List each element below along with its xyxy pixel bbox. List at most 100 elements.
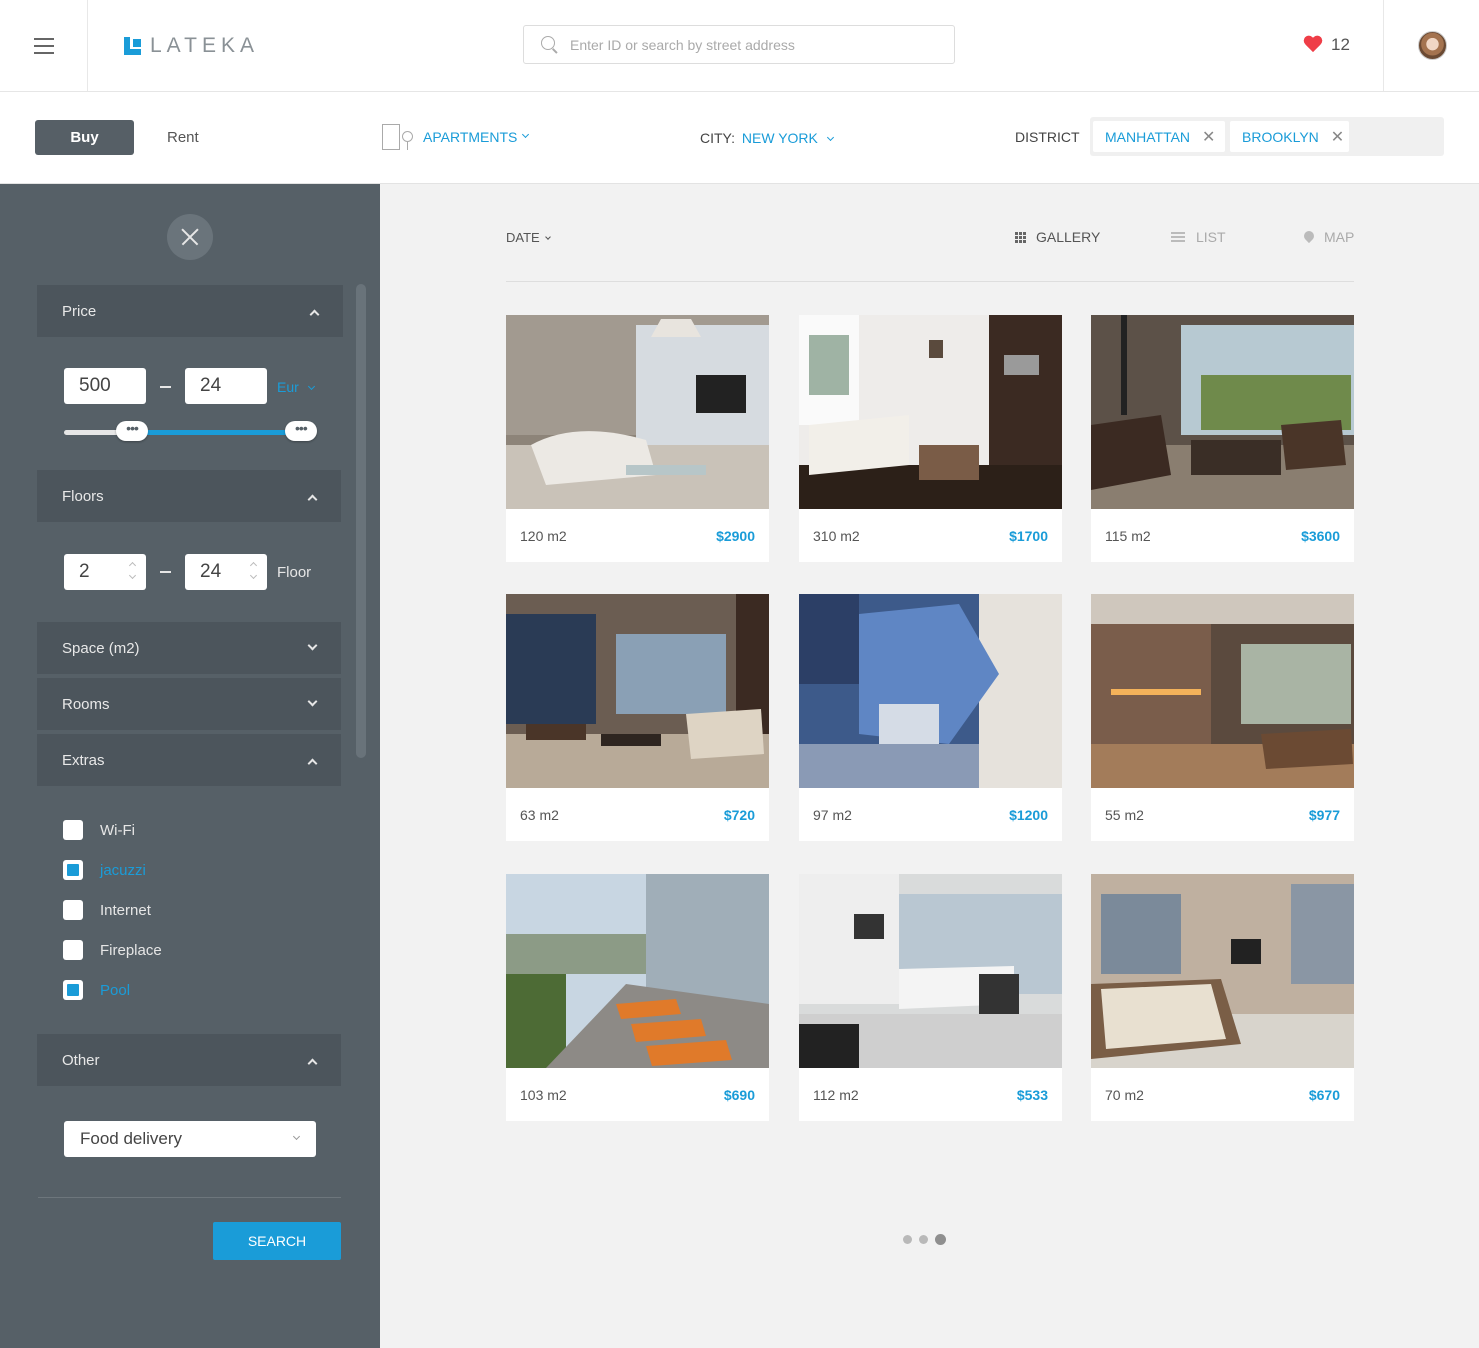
city-value: NEW YORK <box>741 130 818 146</box>
listing-photo <box>1091 315 1354 509</box>
district-label: DISTRICT <box>1015 129 1080 145</box>
listing-price: $1200 <box>1009 807 1048 823</box>
checkbox-label: jacuzzi <box>100 861 146 879</box>
grid-icon <box>1015 231 1026 243</box>
chevron-down-icon <box>307 640 318 651</box>
listing-card[interactable]: 63 m2 $720 <box>506 594 769 841</box>
section-price[interactable]: Price <box>37 285 343 337</box>
chevron-down-icon <box>308 382 316 391</box>
search-box <box>523 25 955 64</box>
other-select[interactable]: Food delivery <box>64 1121 316 1157</box>
search-button[interactable]: SEARCH <box>213 1222 341 1260</box>
search-input[interactable] <box>570 26 940 63</box>
listing-card[interactable]: 70 m2 $670 <box>1091 874 1354 1121</box>
section-other[interactable]: Other <box>37 1034 341 1086</box>
stepper-icon[interactable] <box>128 560 138 584</box>
sidebar-scrollbar[interactable] <box>356 284 366 758</box>
currency-dropdown[interactable]: Eur <box>277 379 316 397</box>
listing-area: 55 m2 <box>1105 807 1144 823</box>
page-dot[interactable] <box>919 1235 928 1244</box>
chevron-down-icon <box>522 130 530 138</box>
listing-price: $720 <box>723 807 755 823</box>
menu-icon[interactable] <box>0 0 88 91</box>
listing-price: $3600 <box>1301 528 1340 544</box>
sort-dropdown[interactable]: DATE <box>506 230 551 245</box>
listing-card[interactable]: 55 m2 $977 <box>1091 594 1354 841</box>
listing-area: 103 m2 <box>520 1087 567 1103</box>
listing-area: 115 m2 <box>1105 528 1151 544</box>
chevron-up-icon <box>309 309 320 320</box>
section-label: Price <box>62 303 97 320</box>
price-slider-max-handle[interactable]: ••• <box>284 421 317 441</box>
listing-area: 63 m2 <box>520 807 559 823</box>
logo[interactable]: LATEKA <box>124 34 259 57</box>
section-extras[interactable]: Extras <box>37 734 341 786</box>
section-space[interactable]: Space (m2) <box>37 622 341 674</box>
city-dropdown[interactable]: CITY: NEW YORK <box>700 130 834 146</box>
building-icon <box>380 122 416 152</box>
price-slider-min-handle[interactable]: ••• <box>116 421 149 441</box>
section-label: Space (m2) <box>62 640 140 657</box>
listing-area: 70 m2 <box>1105 1087 1144 1103</box>
price-max-field[interactable] <box>185 368 267 404</box>
extra-wifi-checkbox[interactable]: Wi-Fi <box>63 820 135 840</box>
section-label: Other <box>62 1052 100 1069</box>
listing-price: $670 <box>1308 1087 1340 1103</box>
buy-button[interactable]: Buy <box>35 120 134 155</box>
checkbox[interactable] <box>63 820 83 840</box>
page-dot[interactable] <box>903 1235 912 1244</box>
price-min-input[interactable] <box>79 375 129 397</box>
section-label: Rooms <box>62 696 110 713</box>
tab-label: LIST <box>1196 229 1226 245</box>
floor-min-input[interactable] <box>79 561 129 583</box>
tab-label: GALLERY <box>1036 229 1101 245</box>
section-rooms[interactable]: Rooms <box>37 678 341 730</box>
listing-card[interactable]: 103 m2 $690 <box>506 874 769 1121</box>
user-area <box>1383 0 1479 91</box>
listing-card[interactable]: 120 m2 $2900 <box>506 315 769 562</box>
extra-jacuzzi-checkbox[interactable]: jacuzzi <box>63 860 146 880</box>
logo-text: LATEKA <box>150 34 259 57</box>
tab-list[interactable]: LIST <box>1171 229 1226 245</box>
other-select-value: Food delivery <box>80 1129 183 1148</box>
search-icon <box>541 36 555 50</box>
extra-fireplace-checkbox[interactable]: Fireplace <box>63 940 162 960</box>
price-slider[interactable]: ••• ••• <box>64 421 317 441</box>
price-min-field[interactable] <box>64 368 146 404</box>
favorites-button[interactable]: 12 <box>1303 35 1350 55</box>
close-icon[interactable] <box>167 214 213 260</box>
tab-gallery[interactable]: GALLERY <box>1015 229 1100 245</box>
listing-price: $1700 <box>1009 528 1048 544</box>
checkbox[interactable] <box>63 860 83 880</box>
stepper-icon[interactable] <box>249 560 259 584</box>
section-floors[interactable]: Floors <box>37 470 341 522</box>
checkbox[interactable] <box>63 940 83 960</box>
floor-max-input[interactable] <box>200 561 250 583</box>
tab-label: MAP <box>1324 229 1355 245</box>
extra-pool-checkbox[interactable]: Pool <box>63 980 130 1000</box>
listing-card[interactable]: 310 m2 $1700 <box>799 315 1062 562</box>
listing-card[interactable]: 115 m2 $3600 <box>1091 315 1354 562</box>
pagination <box>903 1234 946 1245</box>
tab-map[interactable]: MAP <box>1304 229 1354 245</box>
listing-card[interactable]: 97 m2 $1200 <box>799 594 1062 841</box>
district-input[interactable]: MANHATTAN ✕ BROOKLYN ✕ <box>1090 117 1444 156</box>
floor-max-field[interactable] <box>185 554 267 590</box>
property-type-dropdown[interactable]: APARTMENTS <box>380 122 530 152</box>
page-dot-active[interactable] <box>935 1234 946 1245</box>
extra-internet-checkbox[interactable]: Internet <box>63 900 151 920</box>
rent-button[interactable]: Rent <box>167 129 199 146</box>
filter-sidebar: Price Eur ••• ••• Floors Floor Space (m2… <box>0 184 380 1348</box>
floor-min-field[interactable] <box>64 554 146 590</box>
checkbox[interactable] <box>63 900 83 920</box>
chevron-down-icon <box>544 234 551 240</box>
avatar[interactable] <box>1418 31 1447 60</box>
checkbox[interactable] <box>63 980 83 1000</box>
checkbox-label: Wi-Fi <box>100 821 135 839</box>
remove-tag-icon[interactable]: ✕ <box>1202 127 1215 147</box>
remove-tag-icon[interactable]: ✕ <box>1331 127 1344 147</box>
chevron-up-icon <box>307 494 318 505</box>
price-max-input[interactable] <box>200 375 250 397</box>
listing-card[interactable]: 112 m2 $533 <box>799 874 1062 1121</box>
map-pin-icon <box>1304 231 1314 243</box>
